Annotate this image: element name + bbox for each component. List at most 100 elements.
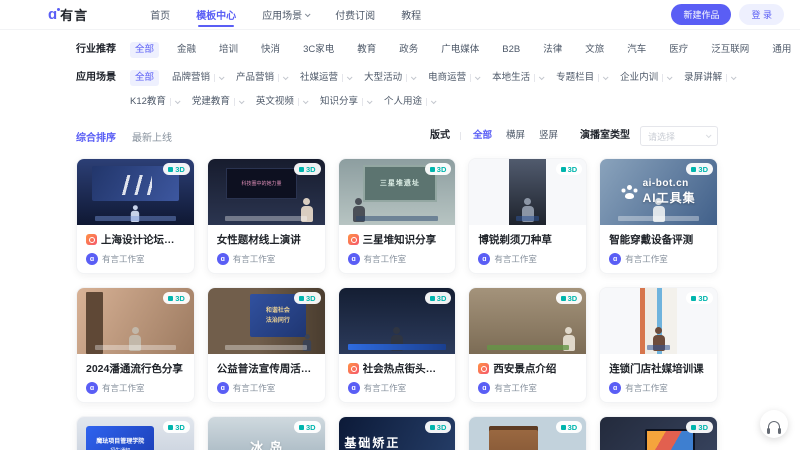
- industry-option[interactable]: 快消: [256, 42, 285, 58]
- card-title: 三星堆知识分享: [363, 232, 437, 247]
- template-card[interactable]: 3D博锐剃须刀种草ɑ有言工作室: [468, 158, 587, 274]
- card-body: 上海设计论坛开场主持ɑ有言工作室: [77, 225, 194, 273]
- nav-item[interactable]: 教程: [401, 0, 421, 30]
- divider: [662, 74, 663, 82]
- industry-option[interactable]: 文旅: [580, 42, 609, 58]
- featured-badge-icon: [348, 363, 359, 374]
- template-thumbnail: 3D: [469, 417, 586, 450]
- template-card[interactable]: 和谐社会法治同行3D公益普法宣传周活动预告ɑ有言工作室: [207, 287, 326, 403]
- template-card[interactable]: 3D: [599, 416, 718, 450]
- scene-option[interactable]: 专题栏目: [556, 70, 607, 86]
- card-title-row: 三星堆知识分享: [348, 232, 447, 247]
- nav-item[interactable]: 首页: [150, 0, 170, 30]
- card-author-row: ɑ有言工作室: [609, 253, 708, 265]
- template-card[interactable]: 3D上海设计论坛开场主持ɑ有言工作室: [76, 158, 195, 274]
- industry-option[interactable]: 金融: [172, 42, 201, 58]
- card-title-row: 社会热点街头采访连线: [348, 361, 447, 376]
- login-button[interactable]: 登 录: [739, 4, 784, 25]
- template-card[interactable]: 3D: [468, 416, 587, 450]
- scene-options: 全部品牌营销产品营销社媒运营大型活动电商运营本地生活 专题栏目企业内训录屏讲解 K…: [130, 70, 735, 110]
- 3d-badge: 3D: [425, 421, 452, 433]
- chevron-down-icon: [219, 74, 225, 80]
- scene-option[interactable]: 英文视频: [256, 94, 307, 110]
- industry-option[interactable]: 培训: [214, 42, 243, 58]
- template-card[interactable]: 三星堆遗址3D三星堆知识分享ɑ有言工作室: [338, 158, 457, 274]
- divider: [170, 98, 171, 106]
- divider: [362, 98, 363, 106]
- chevron-down-icon: [303, 98, 309, 104]
- scene-filter-label: 应用场景: [76, 70, 116, 86]
- industry-option[interactable]: 广电媒体: [436, 42, 484, 58]
- card-title: 西安景点介绍: [493, 361, 556, 376]
- create-work-button[interactable]: 新建作品: [671, 4, 731, 25]
- layout-option[interactable]: 全部: [471, 128, 494, 144]
- studio-type-placeholder: 请选择: [648, 130, 675, 143]
- scene-option[interactable]: 个人用途: [384, 94, 435, 110]
- industry-option[interactable]: 通用: [767, 42, 796, 58]
- scene-option[interactable]: 社媒运营: [300, 70, 351, 86]
- chevron-down-icon: [731, 74, 737, 80]
- 3d-badge: 3D: [686, 421, 713, 433]
- industry-filter-label: 行业推荐: [76, 42, 116, 58]
- divider: [342, 74, 343, 82]
- scene-option[interactable]: 本地生活: [492, 70, 543, 86]
- scene-option-all[interactable]: 全部: [130, 70, 159, 86]
- template-card[interactable]: 科技圈中的她力量3D女性题材线上演讲ɑ有言工作室: [207, 158, 326, 274]
- industry-option[interactable]: 政务: [394, 42, 423, 58]
- logo[interactable]: ɑ 有言: [48, 5, 88, 24]
- template-card[interactable]: 3D2024潘通流行色分享ɑ有言工作室: [76, 287, 195, 403]
- scene-option[interactable]: 电商运营: [428, 70, 479, 86]
- template-card[interactable]: 基础矫正3D: [338, 416, 457, 450]
- industry-option[interactable]: 全部: [130, 42, 159, 58]
- scene-option[interactable]: K12教育: [130, 94, 179, 110]
- author-name: 有言工作室: [364, 382, 407, 394]
- scene-option[interactable]: 录屏讲解: [684, 70, 735, 86]
- template-card[interactable]: 魔珐项目管理学院招生通知3D: [76, 416, 195, 450]
- chevron-down-icon: [367, 98, 373, 104]
- card-title: 2024潘通流行色分享: [86, 361, 183, 376]
- industry-option[interactable]: B2B: [497, 42, 525, 58]
- template-card[interactable]: 冰岛ICELAND3D: [207, 416, 326, 450]
- card-author-row: ɑ有言工作室: [217, 253, 316, 265]
- 3d-badge: 3D: [163, 421, 190, 433]
- template-card[interactable]: 3D连锁门店社媒培训课ɑ有言工作室: [599, 287, 718, 403]
- layout-option[interactable]: 横屏: [504, 128, 527, 144]
- scene-option[interactable]: 党建教育: [192, 94, 243, 110]
- industry-option[interactable]: 教育: [352, 42, 381, 58]
- nav-item[interactable]: 模板中心: [196, 0, 236, 30]
- scene-option[interactable]: 产品营销: [236, 70, 287, 86]
- layout-option[interactable]: 竖屏: [537, 128, 560, 144]
- cube-icon: [691, 425, 696, 430]
- template-card[interactable]: 3D西安景点介绍ɑ有言工作室: [468, 287, 587, 403]
- industry-option[interactable]: 法律: [538, 42, 567, 58]
- sort-tab[interactable]: 最新上线: [132, 129, 172, 144]
- studio-type-select[interactable]: 请选择: [640, 126, 718, 146]
- industry-option[interactable]: 医疗: [664, 42, 693, 58]
- scene-option-label: K12教育: [130, 94, 166, 110]
- scene-option[interactable]: 知识分享: [320, 94, 371, 110]
- nav-item[interactable]: 付费订阅: [335, 0, 375, 30]
- industry-option[interactable]: 汽车: [622, 42, 651, 58]
- 3d-badge: 3D: [425, 292, 452, 304]
- template-thumbnail: 三星堆遗址3D: [339, 159, 456, 225]
- scene-option-label: 知识分享: [320, 94, 358, 110]
- scene-option[interactable]: 大型活动: [364, 70, 415, 86]
- chevron-down-icon: [411, 74, 417, 80]
- template-card[interactable]: 3D社会热点街头采访连线ɑ有言工作室: [338, 287, 457, 403]
- scene-option[interactable]: 企业内训: [620, 70, 671, 86]
- template-card[interactable]: 3Dai-bot.cnAI工具集智能穿戴设备评测ɑ有言工作室: [599, 158, 718, 274]
- scene-option[interactable]: 品牌营销: [172, 70, 223, 86]
- scene-option-label: 本地生活: [492, 70, 530, 86]
- headset-icon: [768, 421, 780, 430]
- support-fab[interactable]: [760, 410, 788, 438]
- divider: [726, 74, 727, 82]
- sort-tab[interactable]: 综合排序: [76, 129, 116, 144]
- author-name: 有言工作室: [494, 253, 537, 265]
- divider: [298, 98, 299, 106]
- 3d-badge-label: 3D: [568, 423, 578, 432]
- industry-option[interactable]: 泛互联网: [706, 42, 754, 58]
- thumbnail-text-line1: 冰岛: [244, 437, 288, 450]
- scene-option-label: 录屏讲解: [684, 70, 722, 86]
- industry-option[interactable]: 3C家电: [298, 42, 339, 58]
- nav-item[interactable]: 应用场景: [262, 0, 309, 30]
